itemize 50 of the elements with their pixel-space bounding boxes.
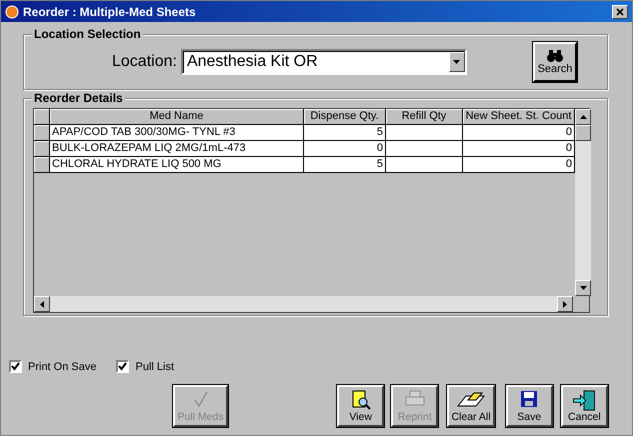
toolbar-button[interactable]: Save — [506, 385, 553, 427]
toolbar-button[interactable]: Clear All — [447, 385, 495, 427]
window-title: Reorder : Multiple-Med Sheets — [23, 4, 197, 18]
search-button[interactable]: Search — [533, 42, 577, 82]
toolbar-button[interactable]: Cancel — [560, 385, 608, 427]
dropdown-button[interactable] — [448, 52, 465, 72]
scrollbar-thumb[interactable] — [575, 125, 591, 141]
down-arrow-icon — [580, 286, 586, 290]
table-cell[interactable] — [386, 157, 463, 173]
table-cell[interactable] — [386, 125, 463, 141]
row-header[interactable] — [34, 157, 50, 173]
vertical-scrollbar[interactable] — [575, 109, 591, 296]
toolbar-button[interactable]: View — [337, 385, 384, 427]
row-header[interactable] — [34, 125, 50, 141]
location-dropdown[interactable]: Anesthesia Kit OR — [180, 49, 467, 75]
close-button[interactable] — [612, 4, 628, 18]
checkmark-icon — [192, 390, 209, 408]
checkbox[interactable] — [9, 360, 22, 373]
checkbox-label: Pull List — [135, 360, 174, 372]
table-cell[interactable] — [386, 141, 463, 157]
column-header[interactable]: Dispense Qty. — [304, 109, 386, 125]
table-cell[interactable]: BULK-LORAZEPAM LIQ 2MG/1mL-473 — [50, 141, 304, 157]
group-title: Reorder Details — [32, 91, 125, 105]
document-magnifier-icon — [350, 390, 371, 410]
printer-icon — [404, 390, 426, 408]
group-title: Location Selection — [32, 27, 143, 41]
table-cell[interactable]: 0 — [304, 141, 386, 157]
table-cell[interactable]: 5 — [304, 157, 386, 173]
caret-icon — [453, 60, 460, 64]
location-label: Location: — [112, 53, 177, 71]
checkbox[interactable] — [116, 360, 130, 373]
eraser-icon — [456, 390, 486, 408]
binoculars-icon — [547, 49, 563, 63]
column-header[interactable]: Med Name — [50, 109, 304, 125]
table-cell[interactable]: 0 — [463, 125, 575, 141]
table-cell[interactable]: 0 — [463, 157, 575, 173]
horizontal-scrollbar[interactable] — [34, 296, 573, 312]
right-arrow-icon — [563, 300, 567, 308]
app-icon — [5, 4, 19, 18]
table-cell[interactable]: 5 — [304, 125, 386, 141]
left-arrow-icon — [40, 300, 44, 308]
table-cell[interactable]: APAP/COD TAB 300/30MG- TYNL #3 — [50, 125, 304, 141]
close-icon — [616, 8, 624, 16]
column-header[interactable]: New Sheet. St. Count — [463, 109, 575, 125]
up-arrow-icon — [580, 115, 586, 119]
table-cell[interactable]: 0 — [463, 141, 575, 157]
row-header[interactable] — [34, 141, 50, 157]
column-header[interactable]: Refill Qty — [386, 109, 463, 125]
table-cell[interactable]: CHLORAL HYDRATE LIQ 500 MG — [50, 157, 304, 173]
checkbox-label: Print On Save — [28, 360, 96, 372]
